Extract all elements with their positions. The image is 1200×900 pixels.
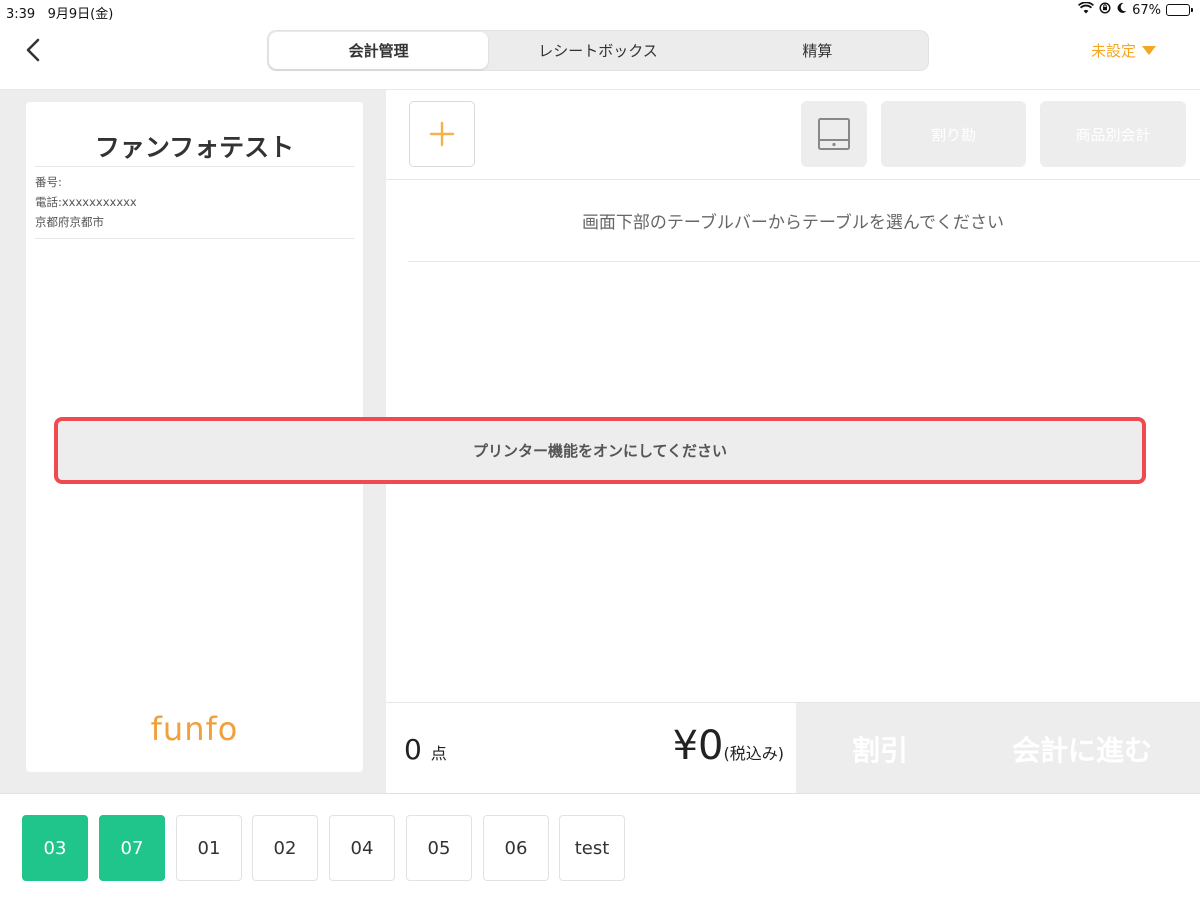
- split-bill-button[interactable]: 割り勘: [881, 101, 1026, 167]
- table-button[interactable]: 03: [22, 815, 88, 881]
- tab-accounting[interactable]: 会計管理: [269, 32, 489, 69]
- clock-date: 9月9日(金): [47, 7, 114, 22]
- status-time: 3:39 9月9日(金): [6, 3, 113, 22]
- item-count: 0 点: [404, 733, 447, 766]
- battery-icon: [1166, 4, 1193, 16]
- wifi-icon: [1078, 1, 1095, 18]
- divider: [408, 261, 1200, 262]
- tab-settlement[interactable]: 精算: [708, 32, 927, 69]
- item-checkout-button[interactable]: 商品別会計: [1040, 101, 1186, 167]
- proceed-checkout-button[interactable]: 会計に進む: [964, 703, 1200, 794]
- discount-button[interactable]: 割引: [796, 703, 964, 794]
- receipt-tear-edge: [26, 771, 363, 779]
- printer-setting-dropdown[interactable]: 未設定: [1091, 40, 1156, 61]
- receipt-number: 番号:: [35, 175, 62, 189]
- order-summary: 0 点 ¥0(税込み) 割引 会計に進む: [386, 702, 1200, 794]
- item-count-value: 0: [404, 733, 422, 766]
- table-button[interactable]: 07: [99, 815, 165, 881]
- order-total-value: ¥0: [672, 723, 724, 769]
- order-total: ¥0(税込み): [656, 723, 784, 769]
- back-button[interactable]: [20, 36, 48, 64]
- table-button[interactable]: test: [559, 815, 625, 881]
- divider: [35, 238, 354, 239]
- select-table-message: 画面下部のテーブルバーからテーブルを選んでください: [581, 213, 1005, 233]
- status-right: 67%: [1078, 1, 1193, 18]
- table-button[interactable]: 04: [329, 815, 395, 881]
- orientation-lock-icon: [1099, 2, 1111, 18]
- divider: [35, 166, 354, 167]
- printer-setting-label: 未設定: [1090, 42, 1136, 60]
- table-button[interactable]: 06: [483, 815, 549, 881]
- table-button[interactable]: 05: [406, 815, 472, 881]
- add-order-button[interactable]: [409, 101, 475, 167]
- receipt-phone: 電話:xxxxxxxxxxx: [35, 195, 137, 209]
- mode-segmented-control: 会計管理 レシートボックス 精算: [267, 30, 929, 71]
- table-bar: 03 07 01 02 04 05 06 test: [0, 793, 1200, 900]
- moon-icon: [1116, 2, 1127, 18]
- battery-percent: 67%: [1132, 2, 1161, 18]
- tab-receipt-box[interactable]: レシートボックス: [488, 32, 707, 69]
- cash-drawer-icon: [818, 118, 850, 150]
- clock-time: 3:39: [6, 7, 36, 22]
- caret-down-icon: [1142, 46, 1156, 55]
- cash-drawer-button[interactable]: [801, 101, 867, 167]
- receipt-address: 京都府京都市: [35, 215, 104, 229]
- table-button[interactable]: 02: [252, 815, 318, 881]
- table-button[interactable]: 01: [176, 815, 242, 881]
- printer-off-banner[interactable]: プリンター機能をオンにしてください: [54, 417, 1146, 484]
- status-bar: 3:39 9月9日(金) 67%: [0, 0, 1200, 22]
- chevron-left-icon: [26, 38, 40, 62]
- item-count-unit: 点: [430, 744, 447, 763]
- header: 会計管理 レシートボックス 精算 未設定: [0, 22, 1200, 90]
- order-toolbar: 割り勘 商品別会計: [386, 90, 1200, 180]
- plus-icon: [429, 121, 455, 147]
- tax-note: (税込み): [723, 744, 785, 763]
- funfo-logo: funfo: [150, 710, 239, 748]
- shop-name: ファンフォテスト: [94, 133, 295, 162]
